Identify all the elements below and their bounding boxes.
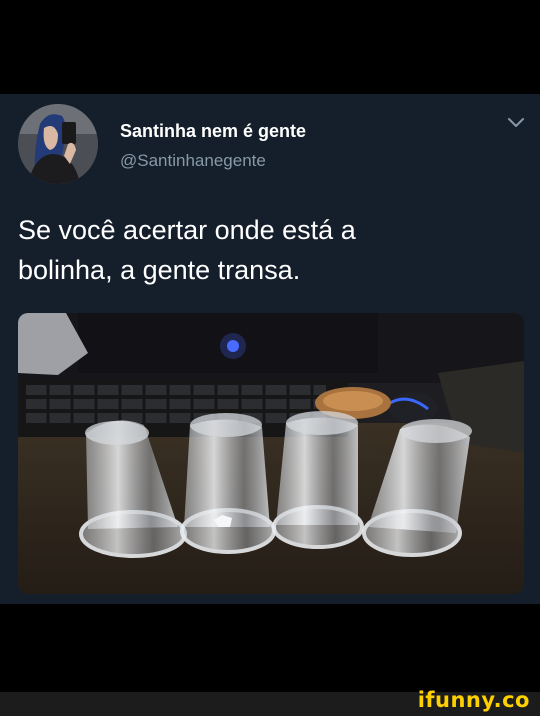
footer-bar: ifunny.co xyxy=(0,688,540,716)
chevron-down-icon[interactable] xyxy=(506,116,526,130)
tweet-media-image[interactable] xyxy=(18,313,524,594)
cups-photo xyxy=(18,313,524,594)
handle[interactable]: @Santinhanegente xyxy=(120,151,266,171)
tweet-text: Se você acertar onde está a bolinha, a ge… xyxy=(18,210,518,290)
avatar-photo xyxy=(18,104,98,184)
ifunny-watermark: ifunny.co xyxy=(417,688,530,712)
display-name[interactable]: Santinha nem é gente xyxy=(120,121,306,142)
avatar[interactable] xyxy=(18,104,98,184)
tweet-card: Santinha nem é gente @Santinhanegente Se… xyxy=(0,94,540,604)
tweet-text-line-2: bolinha, a gente transa. xyxy=(18,255,301,285)
tweet-text-line-1: Se você acertar onde está a xyxy=(18,215,356,245)
